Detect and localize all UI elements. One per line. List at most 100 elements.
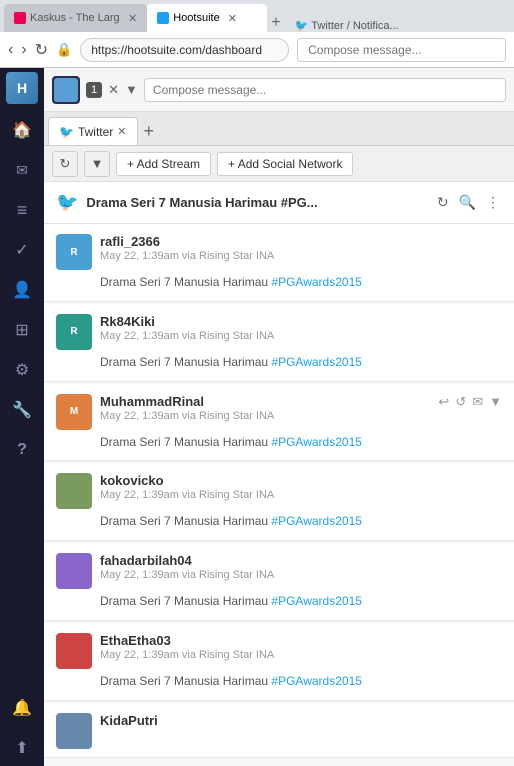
dropdown-icon: ▼ (91, 156, 104, 171)
add-stream-label: + Add Stream (127, 157, 200, 171)
notifications-icon: 🔔 (12, 698, 32, 718)
tweet-meta: MuhammadRinal May 22, 1:39am via Rising … (100, 394, 430, 422)
forward-button[interactable]: › (21, 41, 26, 59)
tweet-header: R Rk84Kiki May 22, 1:39am via Rising Sta… (56, 314, 502, 350)
username[interactable]: MuhammadRinal (100, 394, 430, 409)
twitter-tab-close[interactable]: ✕ (117, 125, 126, 138)
app-container: H 🏠 ✉ ≡ ✓ 👤 ⊞ ⚙ 🔧 ? 🔔 (0, 68, 514, 766)
username[interactable]: Rk84Kiki (100, 314, 502, 329)
tweet-meta: kokovicko May 22, 1:39am via Rising Star… (100, 473, 502, 501)
hashtag[interactable]: #PGAwards2015 (271, 435, 362, 449)
sidebar-item-help[interactable]: ? (4, 432, 40, 468)
sidebar-item-settings[interactable]: ⚙ (4, 352, 40, 388)
sidebar-item-contacts[interactable]: 👤 (4, 272, 40, 308)
sidebar-item-compose[interactable]: ✉ (4, 152, 40, 188)
refresh-button[interactable]: ↻ (35, 40, 48, 60)
tweet-item: KidaPutri (44, 703, 514, 758)
add-social-network-button[interactable]: + Add Social Network (217, 152, 353, 176)
tweet-body: Drama Seri 7 Manusia Harimau #PGAwards20… (100, 593, 502, 610)
tweet-time: May 22, 1:39am via Rising Star INA (100, 489, 502, 501)
sidebar-item-account[interactable]: ⬆ (4, 730, 40, 766)
tweet-time: May 22, 1:39am via Rising Star INA (100, 330, 502, 342)
home-icon: 🏠 (12, 120, 32, 140)
stream-close-button[interactable]: ✕ (108, 82, 119, 98)
compose-message-input[interactable] (144, 78, 506, 102)
tab-hootsuite[interactable]: Hootsuite ✕ (147, 4, 267, 32)
tweet-time: May 22, 1:39am via Rising Star INA (100, 649, 502, 661)
username[interactable]: kokovicko (100, 473, 502, 488)
new-tab-button[interactable]: + (271, 14, 280, 32)
stream-more-button[interactable]: ⋮ (484, 192, 502, 213)
tweet-body: Drama Seri 7 Manusia Harimau #PGAwards20… (100, 513, 502, 530)
tab-kaskus[interactable]: Kaskus - The Largest Indo... ✕ (4, 4, 147, 32)
avatar: R (56, 234, 92, 270)
add-stream-button[interactable]: + Add Stream (116, 152, 211, 176)
username[interactable]: KidaPutri (100, 713, 502, 728)
streams-icon: ≡ (17, 200, 28, 221)
stream-dropdown-button[interactable]: ▼ (125, 82, 138, 97)
avatar (56, 633, 92, 669)
add-tab-button[interactable]: + (138, 117, 161, 145)
lock-icon: 🔒 (56, 42, 72, 58)
apps-icon: ⊞ (15, 320, 28, 340)
tweet-item: R rafli_2366 May 22, 1:39am via Rising S… (44, 224, 514, 302)
stream-action-buttons: ↻ 🔍 ⋮ (435, 192, 502, 213)
stream-search-icon: 🔍 (459, 194, 476, 210)
sidebar: H 🏠 ✉ ≡ ✓ 👤 ⊞ ⚙ 🔧 ? 🔔 (0, 68, 44, 766)
tasks-icon: ✓ (15, 240, 28, 260)
stream-count: 1 (86, 82, 102, 98)
tweet-time: May 22, 1:39am via Rising Star INA (100, 410, 430, 422)
tweet-header: KidaPutri (56, 713, 502, 749)
sidebar-item-home[interactable]: 🏠 (4, 112, 40, 148)
sidebar-item-apps[interactable]: ⊞ (4, 312, 40, 348)
more-icon[interactable]: ▼ (489, 394, 502, 409)
stream-more-icon: ⋮ (486, 194, 500, 210)
tweet-meta: fahadarbilah04 May 22, 1:39am via Rising… (100, 553, 502, 581)
mail-icon[interactable]: ✉ (472, 394, 483, 410)
stream-search-button[interactable]: 🔍 (457, 192, 478, 213)
refresh-streams-button[interactable]: ↻ (52, 151, 78, 177)
kaskus-favicon (14, 12, 26, 24)
retweet-icon[interactable]: ↺ (455, 394, 466, 410)
username[interactable]: EthaEtha03 (100, 633, 502, 648)
tweet-time: May 22, 1:39am via Rising Star INA (100, 569, 502, 581)
hashtag[interactable]: #PGAwards2015 (271, 594, 362, 608)
tools-icon: 🔧 (12, 400, 32, 420)
tab-bar: 🐦 Twitter ✕ + (44, 112, 514, 146)
tab-kaskus-label: Kaskus - The Largest Indo... (30, 12, 120, 24)
tab-hootsuite-close[interactable]: ✕ (228, 12, 237, 25)
username[interactable]: fahadarbilah04 (100, 553, 502, 568)
help-icon: ? (17, 441, 27, 459)
twitter-tab[interactable]: 🐦 Twitter ✕ (48, 117, 138, 145)
sidebar-item-tools[interactable]: 🔧 (4, 392, 40, 428)
sidebar-item-notifications[interactable]: 🔔 (4, 690, 40, 726)
reply-icon[interactable]: ↩ (438, 394, 449, 410)
compose-input[interactable] (297, 38, 506, 62)
hashtag[interactable]: #PGAwards2015 (271, 275, 362, 289)
tweet-meta: KidaPutri (100, 713, 502, 728)
stream-title: Drama Seri 7 Manusia Harimau #PG... (86, 195, 426, 210)
stream-refresh-button[interactable]: ↻ (435, 192, 451, 213)
browser-tabs-row: Kaskus - The Largest Indo... ✕ Hootsuite… (0, 0, 514, 32)
dropdown-button[interactable]: ▼ (84, 151, 110, 177)
hashtag[interactable]: #PGAwards2015 (271, 355, 362, 369)
hashtag[interactable]: #PGAwards2015 (271, 514, 362, 528)
avatar (56, 713, 92, 749)
sidebar-item-tasks[interactable]: ✓ (4, 232, 40, 268)
twitter-tab-icon: 🐦 (59, 125, 74, 139)
hashtag[interactable]: #PGAwards2015 (271, 674, 362, 688)
back-button[interactable]: ‹ (8, 41, 13, 59)
sidebar-item-streams[interactable]: ≡ (4, 192, 40, 228)
contacts-icon: 👤 (12, 280, 32, 300)
address-input[interactable] (80, 38, 289, 62)
tweet-item: M MuhammadRinal May 22, 1:39am via Risin… (44, 384, 514, 462)
stream-twitter-icon: 🐦 (56, 192, 78, 213)
avatar[interactable]: H (6, 72, 38, 104)
tweet-item: EthaEtha03 May 22, 1:39am via Rising Sta… (44, 623, 514, 701)
tab-kaskus-close[interactable]: ✕ (128, 12, 137, 25)
tweet-meta: EthaEtha03 May 22, 1:39am via Rising Sta… (100, 633, 502, 661)
top-bar: 1 ✕ ▼ (44, 68, 514, 112)
stream-content[interactable]: 🐦 Drama Seri 7 Manusia Harimau #PG... ↻ … (44, 182, 514, 766)
username[interactable]: rafli_2366 (100, 234, 502, 249)
tweet-item: kokovicko May 22, 1:39am via Rising Star… (44, 463, 514, 541)
